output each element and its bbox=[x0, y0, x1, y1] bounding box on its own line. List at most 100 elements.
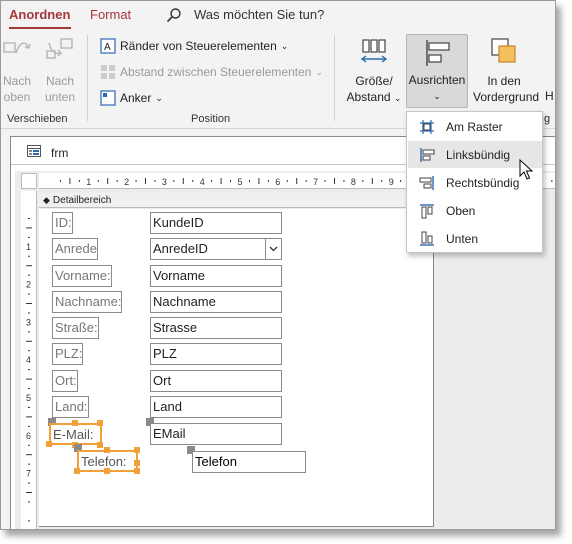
nach-unten-label-2: unten bbox=[44, 90, 76, 104]
tell-me-search-input[interactable]: Was möchten Sie tun? bbox=[194, 7, 324, 22]
ausrichten-button[interactable]: Ausrichten ⌄ bbox=[406, 34, 468, 108]
ruler-number: 9 bbox=[389, 177, 394, 187]
field-label[interactable]: PLZ: bbox=[52, 343, 84, 365]
nach-oben-button[interactable]: Nach oben bbox=[1, 37, 33, 105]
anker-button[interactable]: Anker ⌄ bbox=[100, 90, 163, 106]
align-top-icon bbox=[420, 203, 434, 218]
ruler-number: 6 bbox=[26, 431, 31, 441]
ruler-number: 3 bbox=[26, 317, 31, 327]
resize-handle[interactable] bbox=[97, 442, 103, 448]
menu-item-unten[interactable]: Unten bbox=[408, 225, 542, 252]
field-combobox[interactable]: AnredeID bbox=[150, 238, 282, 260]
resize-handle[interactable] bbox=[104, 447, 110, 453]
mouse-pointer-icon bbox=[519, 159, 533, 180]
chevron-down-icon: ⌄ bbox=[155, 92, 163, 103]
resize-handle[interactable] bbox=[134, 447, 140, 453]
group-label-position: Position bbox=[191, 113, 231, 125]
align-right-icon bbox=[419, 175, 434, 190]
section-arrow-icon: ◆ bbox=[43, 194, 50, 205]
ruler-number: 2 bbox=[26, 280, 31, 290]
vordergrund-label-1: In den bbox=[487, 74, 521, 88]
tab-anordnen[interactable]: Anordnen bbox=[9, 7, 70, 22]
size-spacing-icon bbox=[360, 39, 388, 63]
ruler-number: 6 bbox=[275, 177, 280, 187]
nach-unten-button[interactable]: Nach unten bbox=[41, 37, 79, 105]
resize-handle[interactable] bbox=[97, 420, 103, 426]
cut-off-group-label: g bbox=[544, 113, 551, 125]
nach-unten-label-1: Nach bbox=[45, 74, 74, 88]
raender-button[interactable]: A Ränder von Steuerelementen ⌄ bbox=[100, 38, 288, 54]
group-separator bbox=[87, 35, 88, 121]
group-label-verschieben: Verschieben bbox=[7, 113, 68, 125]
active-tab-indicator bbox=[9, 27, 71, 29]
control-margins-icon: A bbox=[100, 38, 116, 54]
combobox-value: AnredeID bbox=[153, 241, 208, 256]
chevron-down-icon: ⌄ bbox=[393, 93, 402, 103]
anchor-icon bbox=[100, 90, 116, 106]
align-left-icon bbox=[420, 147, 435, 162]
ausrichten-menu: Am Raster Linksbündig Rechtsbündig Oben bbox=[406, 111, 543, 253]
groesse-abstand-button[interactable]: Größe/ Abstand ⌄ bbox=[345, 37, 403, 106]
menu-item-label: Rechtsbündig bbox=[446, 175, 520, 190]
resize-handle[interactable] bbox=[134, 460, 140, 466]
align-icon bbox=[426, 40, 450, 66]
resize-handle[interactable] bbox=[134, 468, 140, 474]
bring-to-front-icon bbox=[491, 38, 516, 63]
ruler-number: 7 bbox=[26, 469, 31, 479]
chevron-down-icon: ⌄ bbox=[433, 91, 441, 101]
detail-section-canvas: ID: KundeID Anrede AnredeID Vorname: Vor… bbox=[39, 209, 434, 527]
ruler-number: 4 bbox=[200, 177, 205, 187]
abstand-button[interactable]: Abstand zwischen Steuerelementen ⌄ bbox=[100, 64, 323, 80]
field-textbox[interactable]: Land bbox=[150, 396, 282, 418]
field-textbox[interactable]: Strasse bbox=[150, 317, 282, 339]
resize-handle[interactable] bbox=[104, 468, 110, 474]
ruler-number: 1 bbox=[26, 242, 31, 252]
menu-item-am-raster[interactable]: Am Raster bbox=[408, 113, 542, 140]
resize-handle[interactable] bbox=[46, 441, 52, 447]
raender-label: Ränder von Steuerelementen bbox=[120, 39, 277, 53]
menu-item-label: Oben bbox=[446, 203, 476, 218]
ruler-number: 5 bbox=[26, 393, 31, 403]
tab-format[interactable]: Format bbox=[90, 7, 131, 22]
svg-text:A: A bbox=[104, 42, 111, 53]
field-textbox[interactable]: Telefon bbox=[192, 451, 306, 473]
ruler-number: 7 bbox=[313, 177, 318, 187]
field-textbox[interactable]: KundeID bbox=[150, 212, 282, 234]
nach-oben-label-2: oben bbox=[3, 90, 31, 104]
move-down-icon bbox=[46, 38, 73, 59]
ruler-number: 5 bbox=[238, 177, 243, 187]
resize-handle[interactable] bbox=[74, 468, 80, 474]
detail-section-header[interactable]: ◆ Detailbereich bbox=[39, 193, 434, 208]
form-tab-title[interactable]: frm bbox=[51, 146, 68, 160]
field-textbox[interactable]: Vorname bbox=[150, 265, 282, 287]
nach-oben-label-1: Nach bbox=[2, 74, 31, 88]
group-separator bbox=[334, 35, 335, 121]
field-label[interactable]: Anrede bbox=[52, 238, 98, 260]
chevron-down-icon[interactable] bbox=[265, 239, 281, 259]
form-selector[interactable] bbox=[21, 173, 37, 189]
menu-item-label: Am Raster bbox=[446, 119, 503, 134]
section-title: Detailbereich bbox=[52, 194, 112, 206]
anker-label: Anker bbox=[120, 91, 152, 105]
field-label[interactable]: Straße: bbox=[52, 317, 99, 339]
field-label[interactable]: Ort: bbox=[52, 370, 78, 392]
ausrichten-label: Ausrichten bbox=[408, 73, 466, 87]
field-label[interactable]: Land: bbox=[52, 396, 89, 418]
vordergrund-button[interactable]: In den Vordergrund bbox=[473, 37, 539, 105]
menu-item-oben[interactable]: Oben bbox=[408, 197, 542, 224]
grid-align-icon bbox=[420, 119, 434, 134]
field-label[interactable]: ID: bbox=[52, 212, 73, 234]
resize-handle[interactable] bbox=[72, 420, 78, 426]
ruler-number: 3 bbox=[162, 177, 167, 187]
cut-off-label: H bbox=[545, 89, 554, 103]
field-label[interactable]: Vorname: bbox=[52, 265, 112, 287]
ruler-number: 1 bbox=[86, 177, 91, 187]
field-textbox[interactable]: PLZ bbox=[150, 343, 282, 365]
align-bottom-icon bbox=[420, 231, 434, 246]
field-label[interactable]: Nachname: bbox=[52, 291, 123, 313]
field-textbox[interactable]: Nachname bbox=[150, 291, 282, 313]
abstand-label: Abstand zwischen Steuerelementen bbox=[120, 65, 312, 79]
field-textbox[interactable]: Ort bbox=[150, 370, 282, 392]
search-icon[interactable] bbox=[166, 7, 182, 23]
field-textbox[interactable]: EMail bbox=[150, 423, 282, 445]
